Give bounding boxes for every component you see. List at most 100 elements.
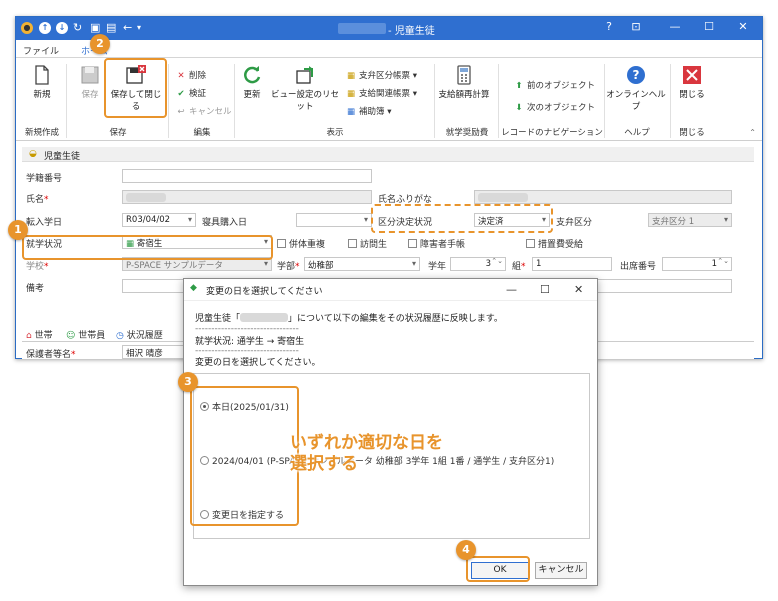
dialog-prompt: 変更の日を選択してください。 (195, 358, 321, 368)
recalculate-button[interactable]: 支給額再計算 (436, 64, 492, 100)
support-div-select[interactable]: 支弁区分 1 (648, 213, 732, 227)
save-close-icon[interactable]: ▤ (106, 21, 116, 35)
people-icon: ☺ (66, 331, 76, 341)
ribbon-tabs: ファイル ホーム (16, 40, 762, 58)
close-x-icon (683, 66, 701, 84)
dept-select[interactable]: 幼稚部 (304, 257, 420, 271)
save-label: 保存 (81, 90, 99, 100)
instruction-note: いずれか適切な日を 選択する (290, 433, 443, 475)
clock-icon: ◷ (116, 331, 124, 341)
save-button[interactable]: 保存 (74, 64, 106, 100)
grade-stepper[interactable]: 3 (450, 257, 506, 271)
collapse-ribbon-icon[interactable]: ⌃ (749, 128, 756, 137)
report-icon: ▦ (346, 71, 356, 81)
cancel-button[interactable]: キャンセル (535, 562, 587, 579)
calculator-icon (457, 65, 471, 85)
tab-household[interactable]: ⌂ 世帯 (26, 328, 53, 341)
tab-status-history[interactable]: ◷ 状況履歴 (116, 328, 163, 341)
visit-checkbox[interactable]: 訪問生 (348, 237, 387, 250)
step-badge-1: 1 (8, 220, 28, 240)
undo-icon[interactable]: ← (123, 21, 132, 35)
arrow-down-circle-icon: ⬇ (515, 103, 523, 113)
view-reset-button[interactable]: ビュー設定のリセット (268, 64, 342, 112)
dorm-date-field[interactable] (296, 213, 372, 227)
kana-field[interactable] (474, 190, 732, 204)
measure-checkbox[interactable]: 措置費受給 (526, 237, 583, 250)
minimize-button[interactable]: — (667, 20, 683, 33)
delete-button[interactable]: ✕ 削除 (176, 69, 206, 81)
report2-dropdown[interactable]: ▦ 支給関連帳票 ▾ (346, 87, 417, 99)
dialog-app-icon: ◆ (190, 283, 197, 293)
svg-text:?: ? (633, 68, 640, 82)
dialog-title: 変更の日を選択してください (206, 287, 323, 297)
arrow-down-icon[interactable]: ↓ (56, 22, 68, 34)
overlap-checkbox[interactable]: 併体重複 (277, 237, 325, 250)
form-header: ◒ 児童生徒 (22, 147, 754, 162)
refresh-button[interactable]: 更新 (238, 64, 266, 100)
transfer-in-date[interactable]: R03/04/02 (122, 213, 196, 227)
name-redacted (126, 193, 166, 202)
floppy-disk-icon (81, 66, 99, 84)
options-icon[interactable]: ⊡ (628, 20, 644, 33)
group-display: 表示 (326, 128, 344, 138)
close-button[interactable]: 閉じる (674, 64, 710, 100)
dorm-date-label: 寝具購入日 (202, 218, 248, 228)
transfer-in-label: 転入学日 (26, 218, 63, 228)
new-label: 新規 (33, 90, 51, 100)
prev-object-button[interactable]: ⬆ 前のオブジェクト (514, 79, 595, 91)
close-label: 閉じる (679, 90, 705, 100)
dialog-message: 児童生徒「 」について以下の編集をその状況履歴に反映します。 (195, 313, 503, 324)
maximize-button[interactable]: ☐ (701, 20, 717, 33)
new-button[interactable]: 新規 (24, 64, 60, 100)
tab-household-members[interactable]: ☺ 世帯員 (66, 328, 105, 341)
dialog-minimize-button[interactable]: — (506, 283, 517, 296)
kana-redacted (478, 193, 528, 202)
save-icon[interactable]: ▣ (90, 21, 100, 35)
group-close: 閉じる (679, 128, 705, 138)
step-badge-4: 4 (456, 540, 476, 560)
refresh-icon (244, 66, 261, 84)
class-label: 組* (512, 262, 526, 272)
dialog-close-button[interactable]: ✕ (574, 283, 583, 296)
group-save: 保存 (109, 128, 127, 138)
name-label: 氏名* (26, 195, 49, 205)
report1-dropdown[interactable]: ▦ 支弁区分帳票 ▾ (346, 69, 417, 81)
online-help-button[interactable]: ? オンラインヘルプ (606, 64, 666, 112)
attendance-stepper[interactable]: 1 (662, 257, 732, 271)
help-icon[interactable]: ? (601, 20, 617, 33)
separator (604, 64, 605, 138)
app-logo-icon: ● (21, 22, 33, 34)
highlight-ok-button (466, 556, 530, 582)
group-support: 就学奨励費 (445, 128, 489, 138)
customize-icon[interactable]: ▾ (137, 21, 141, 35)
refresh-icon[interactable]: ↻ (73, 21, 82, 35)
tab-file[interactable]: ファイル (23, 44, 59, 57)
separator (670, 64, 671, 138)
name-field[interactable] (122, 190, 372, 204)
guardian-label: 保護者等名* (26, 350, 76, 360)
separator (234, 64, 235, 138)
verify-button[interactable]: ✔ 検証 (176, 87, 206, 99)
house-icon: ⌂ (26, 331, 32, 341)
separator (168, 64, 169, 138)
arrow-up-icon[interactable]: ↑ (39, 22, 51, 34)
form-header-title: 児童生徒 (44, 152, 81, 162)
cancel-edit-button[interactable]: ↩ キャンセル (176, 105, 231, 117)
disability-checkbox[interactable]: 障害者手帳 (408, 237, 465, 250)
ledger-icon: ▦ (346, 107, 356, 117)
view-reset-label: ビュー設定のリセット (270, 90, 339, 112)
next-object-button[interactable]: ⬇ 次のオブジェクト (514, 101, 595, 113)
report-icon: ▦ (346, 89, 356, 99)
new-document-icon (35, 65, 49, 85)
separator (66, 64, 67, 138)
report3-dropdown[interactable]: ▦ 補助簿 ▾ (346, 105, 392, 117)
report2-label: 支給関連帳票 (359, 89, 411, 99)
close-window-button[interactable]: ✕ (735, 20, 751, 33)
class-field[interactable]: 1 (532, 257, 612, 271)
student-no-field[interactable] (122, 169, 372, 183)
view-reset-icon (296, 66, 313, 84)
note-line-1: いずれか適切な日を (290, 433, 443, 453)
question-circle-icon: ? (627, 66, 645, 84)
dialog-maximize-button[interactable]: ☐ (540, 283, 550, 296)
checkmark-icon: ✔ (177, 89, 185, 99)
